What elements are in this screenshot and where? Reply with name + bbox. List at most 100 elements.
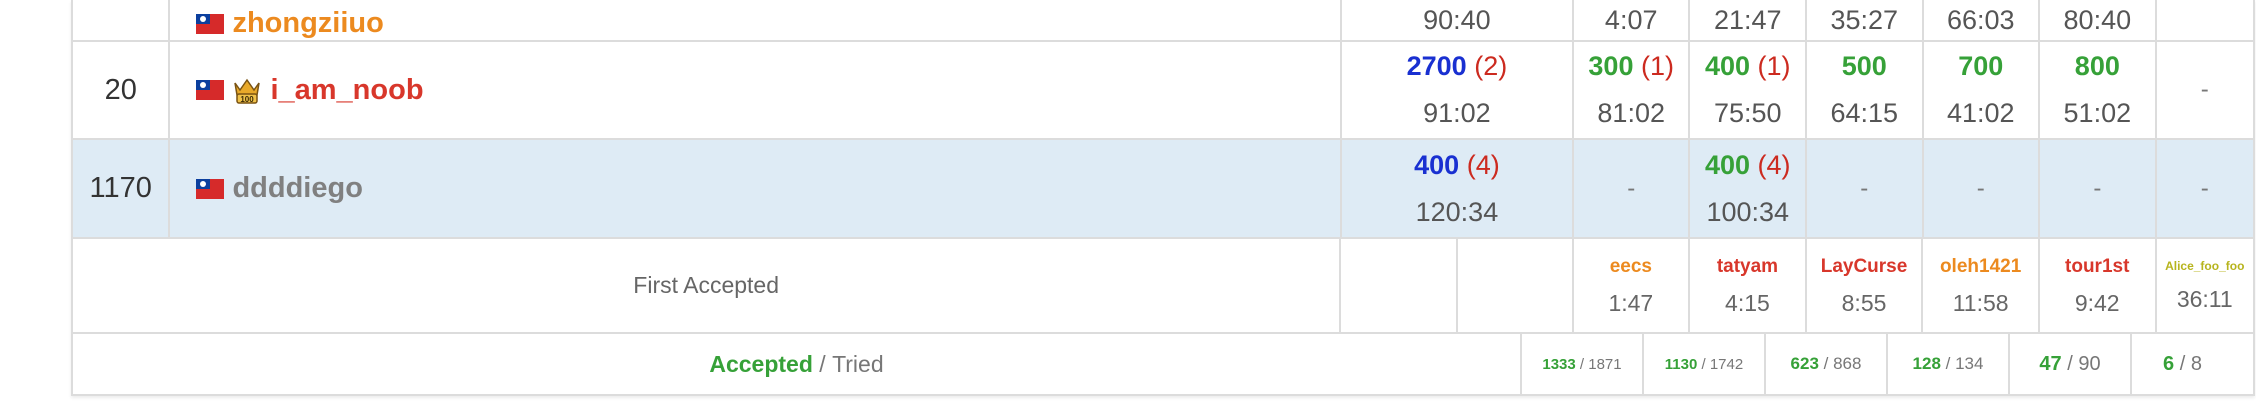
user-link[interactable]: zhongziiuo [196, 7, 384, 40]
tried-count: 1871 [1588, 355, 1622, 373]
score: 2700 [1406, 51, 1467, 81]
empty-dash: - [1976, 174, 1985, 202]
task-g-cell: - [2157, 42, 2253, 138]
task-f-cell: 80:40 [2040, 0, 2157, 40]
username[interactable]: ddddiego [232, 172, 362, 205]
at-cell: 47 / 90 [2010, 334, 2132, 394]
time: 90:40 [1423, 4, 1491, 35]
first-accepted-time: 1:47 [1608, 289, 1654, 316]
score: 400 [1414, 149, 1460, 180]
task-g-cell [2157, 0, 2253, 40]
fa-cell-e: oleh1421 11:58 [1923, 239, 2040, 332]
flag-icon [196, 13, 225, 34]
task-b-cell: 4:07 [1574, 0, 1691, 40]
at-cell: 1333 / 1871 [1522, 334, 1644, 394]
time: 75:50 [1713, 98, 1782, 128]
task-e-cell: 700 41:02 [1924, 42, 2041, 138]
task-c-cell: 400 (1) 75:50 [1690, 42, 1807, 138]
time: 66:03 [1947, 4, 2015, 35]
standings-table: zhongziiuo 90:40 4:07 21:47 35:27 66:03 … [71, 0, 2255, 396]
tries: (4) [1757, 149, 1791, 180]
task-d-cell: 500 64:15 [1807, 42, 1924, 138]
fa-cell [1341, 239, 1458, 332]
time: 120:34 [1415, 196, 1499, 227]
task-g-cell: - [2157, 140, 2253, 237]
user-cell: ddddiego [170, 140, 1342, 237]
user-cell: 100 i_am_noob [170, 42, 1342, 138]
first-accepted-user[interactable]: Alice_foo_foo [2165, 260, 2244, 272]
first-accepted-time: 4:15 [1725, 289, 1770, 316]
accepted-count: 128 [1912, 354, 1941, 373]
first-accepted-time: 36:11 [2176, 286, 2233, 312]
task-c-cell: 400 (4) 100:34 [1690, 140, 1807, 237]
first-accepted-user[interactable]: LayCurse [1821, 257, 1908, 276]
first-accepted-user[interactable]: tatyam [1717, 257, 1778, 276]
task-a-cell: 90:40 [1342, 0, 1574, 40]
100-crown-icon: 100 [232, 75, 262, 105]
task-e-cell: - [1924, 140, 2041, 237]
first-accepted-time: 8:55 [1841, 289, 1887, 316]
first-accepted-time: 9:42 [2074, 289, 2120, 316]
fa-cell-c: tatyam 4:15 [1690, 239, 1807, 332]
accepted-count: 1130 [1664, 355, 1698, 373]
tried-count: 868 [1833, 354, 1862, 373]
at-cell: 1130 / 1742 [1644, 334, 1766, 394]
score: 400 [1704, 149, 1750, 180]
rank-cell: 20 [73, 42, 171, 138]
time: 100:34 [1706, 196, 1790, 227]
time: 35:27 [1830, 4, 1899, 35]
flag-icon [196, 80, 225, 100]
empty-dash: - [1627, 174, 1636, 202]
separator: / [812, 350, 833, 377]
task-f-cell: 800 51:02 [2040, 42, 2157, 138]
first-accepted-row: First Accepted eecs 1:47 tatyam 4:15 Lay… [73, 239, 2253, 334]
empty-dash: - [2200, 174, 2209, 202]
time: 81:02 [1597, 98, 1665, 128]
empty-dash: - [2093, 174, 2102, 202]
task-d-cell: 35:27 [1807, 0, 1924, 40]
first-accepted-time: 11:58 [1952, 289, 2009, 316]
svg-text:100: 100 [241, 95, 255, 104]
at-cell: 6 / 8 [2163, 352, 2202, 375]
first-accepted-user[interactable]: eecs [1610, 257, 1652, 276]
standings-row: zhongziiuo 90:40 4:07 21:47 35:27 66:03 … [73, 0, 2253, 42]
task-f-cell: - [2040, 140, 2157, 237]
score: 500 [1841, 51, 1887, 81]
empty-dash: - [1860, 174, 1869, 202]
rank-cell [73, 0, 171, 40]
accepted-count: 1333 [1542, 355, 1576, 373]
username[interactable]: zhongziiuo [232, 7, 383, 40]
first-accepted-label-cell: First Accepted [73, 239, 1342, 332]
time: 80:40 [2063, 4, 2132, 35]
empty-dash: - [2200, 76, 2209, 103]
time: 91:02 [1423, 98, 1491, 128]
first-accepted-user[interactable]: tour1st [2065, 257, 2129, 276]
task-d-cell: - [1807, 140, 1924, 237]
time: 21:47 [1713, 4, 1782, 35]
first-accepted-user[interactable]: oleh1421 [1940, 257, 2021, 276]
flag-icon [196, 178, 225, 199]
tried-count: 1742 [1709, 355, 1744, 373]
user-link[interactable]: 100 i_am_noob [196, 74, 424, 107]
accepted-count: 47 [2039, 352, 2062, 375]
username[interactable]: i_am_noob [270, 74, 423, 107]
tried-label: Tried [832, 350, 884, 377]
time: 64:15 [1830, 98, 1899, 128]
rank: 20 [104, 73, 137, 106]
task-a-cell: 2700 (2) 91:02 [1342, 42, 1574, 138]
standings-row-self: 1170 ddddiego 400 (4) 120:34 - 400 (4) 1… [73, 140, 2253, 239]
tries: (1) [1640, 51, 1674, 81]
time: 41:02 [1947, 98, 2015, 128]
tries: (4) [1466, 149, 1500, 180]
time: 4:07 [1604, 4, 1658, 35]
accepted-count: 6 [2163, 352, 2175, 375]
accepted-label: Accepted [709, 350, 813, 377]
accepted-tried-row: Accepted / Tried 1333 / 1871 1130 / 1742… [73, 334, 2253, 394]
user-link[interactable]: ddddiego [196, 172, 363, 205]
fa-spacer [1458, 239, 1574, 332]
standings-row: 20 100 i_am_noob 2700 (2) 91:02 300 (1) … [73, 42, 2253, 140]
accepted-tried-label-cell: Accepted / Tried [73, 334, 1522, 394]
at-cell: 623 / 868 [1766, 334, 1888, 394]
task-a-cell: 400 (4) 120:34 [1342, 140, 1574, 237]
tried-count: 134 [1955, 354, 1984, 373]
